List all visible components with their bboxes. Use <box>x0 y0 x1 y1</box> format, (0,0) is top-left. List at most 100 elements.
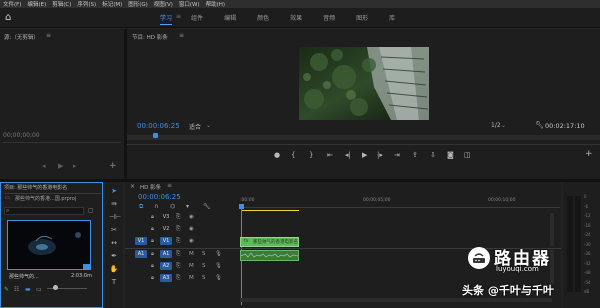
zoom-slider-handle[interactable] <box>53 285 58 290</box>
wrench-icon[interactable]: 🔧︎ <box>203 203 211 210</box>
source-timecode[interactable]: 00;00;00;00 <box>3 132 40 139</box>
source-patch-a1[interactable]: A1 <box>135 250 147 258</box>
add-marker-icon[interactable]: ▾ <box>186 203 189 210</box>
program-panel-title[interactable]: 节目: HD 影条 <box>132 33 168 41</box>
panel-menu-icon[interactable]: ≡ <box>167 182 172 189</box>
solo-button[interactable]: S <box>202 274 206 282</box>
lock-icon[interactable]: 🔒︎ <box>151 237 154 245</box>
ripple-edit-tool-icon[interactable]: ⊣⊢ <box>109 212 121 222</box>
camera-icon[interactable]: ◙ <box>447 151 454 159</box>
project-clip-thumbnail[interactable] <box>7 220 91 270</box>
track-label[interactable]: A3 <box>160 274 172 282</box>
lock-icon[interactable]: 🔒︎ <box>151 213 154 221</box>
source-step-back-icon[interactable]: ◂ <box>42 162 46 170</box>
icon-view-icon[interactable]: ▬ <box>25 286 31 293</box>
mark-out-icon[interactable]: } <box>309 151 313 159</box>
timeline-timecode[interactable]: 00:00:06:25 <box>138 193 181 201</box>
program-video-frame[interactable] <box>299 47 429 120</box>
slip-tool-icon[interactable]: ↔ <box>109 238 119 248</box>
video-track-scrollbar[interactable] <box>550 213 554 246</box>
new-bin-icon[interactable]: ▢ <box>88 207 94 214</box>
program-playhead[interactable] <box>153 133 158 138</box>
menu-item[interactable]: 标记(M) <box>102 0 122 8</box>
program-resolution-dropdown[interactable]: 1/2 <box>491 122 501 129</box>
panel-menu-icon[interactable]: ≡ <box>46 32 51 39</box>
wrench-icon[interactable]: 🔧︎ <box>535 121 544 129</box>
linked-selection-icon[interactable]: ⌬ <box>170 203 175 210</box>
microphone-icon[interactable]: 🎙︎ <box>215 250 222 258</box>
workspace-tab[interactable]: 学习 <box>160 13 173 25</box>
mark-in-icon[interactable]: { <box>291 151 295 159</box>
list-view-icon[interactable]: ☷ <box>14 286 19 293</box>
workspace-menu-icon[interactable]: ≡ <box>176 13 181 25</box>
timeline-tab-label[interactable]: HD 影条 <box>140 183 161 191</box>
go-to-in-icon[interactable]: ⇤ <box>327 151 333 159</box>
work-area-bar[interactable] <box>241 210 299 211</box>
eye-icon[interactable]: ◉ <box>189 213 194 221</box>
timeline-ruler[interactable]: :00:00 00;00;05;00 00;00;10;00 <box>240 196 560 211</box>
source-patch-v1[interactable]: V1 <box>135 237 147 245</box>
comparison-view-icon[interactable]: ◫ <box>464 151 471 159</box>
workspace-tab[interactable]: 图形 <box>356 13 368 25</box>
menu-item[interactable]: 序列(S) <box>77 0 96 8</box>
hand-tool-icon[interactable]: ✋ <box>109 264 119 274</box>
source-panel-title[interactable]: 源:（无剪辑） <box>4 33 39 41</box>
menu-item[interactable]: 图形(G) <box>128 0 148 8</box>
marker-icon[interactable]: ● <box>274 151 280 159</box>
program-add-button-icon[interactable]: + <box>585 150 593 159</box>
selection-tool-icon[interactable]: ➤ <box>109 186 119 196</box>
audio-clip[interactable] <box>240 250 299 261</box>
timeline-horizontal-scrollbar[interactable] <box>240 298 552 302</box>
menu-item[interactable]: 编辑(E) <box>27 0 46 8</box>
sync-lock-icon[interactable]: ⎘ <box>176 274 180 282</box>
pen-tool-icon[interactable]: ✒ <box>109 251 119 261</box>
lock-icon[interactable]: 🔒︎ <box>151 262 154 270</box>
workspace-tab[interactable]: 编辑 <box>224 13 236 25</box>
chevron-down-icon[interactable]: ⌄ <box>206 122 211 129</box>
workspace-tab[interactable]: 组件 <box>191 13 203 25</box>
lift-icon[interactable]: ⇪ <box>412 151 418 159</box>
microphone-icon[interactable]: 🎙︎ <box>215 262 222 270</box>
lock-icon[interactable]: 🔒︎ <box>151 274 154 282</box>
mute-button[interactable]: M <box>189 262 194 270</box>
solo-button[interactable]: S <box>202 250 206 258</box>
play-icon[interactable]: ▶ <box>362 151 367 159</box>
workspace-tab[interactable]: 音频 <box>323 13 335 25</box>
program-fit-dropdown[interactable]: 适合 <box>189 122 201 131</box>
project-panel-title[interactable]: 项目: 那些帅气的香港电影名 <box>4 184 67 191</box>
mute-button[interactable]: M <box>189 274 194 282</box>
track-label[interactable]: V1 <box>160 237 172 245</box>
project-search-input[interactable] <box>4 207 84 215</box>
sync-lock-icon[interactable]: ⎘ <box>176 237 180 245</box>
track-label[interactable]: A2 <box>160 262 172 270</box>
track-label[interactable]: V2 <box>160 225 172 233</box>
workspace-tab[interactable]: 库 <box>389 13 395 25</box>
pencil-icon[interactable]: ✎ <box>4 286 9 293</box>
track-select-tool-icon[interactable]: ⇛ <box>109 199 119 209</box>
home-icon[interactable]: ⌂ <box>5 12 16 23</box>
step-forward-icon[interactable]: |▸ <box>377 151 383 159</box>
mute-button[interactable]: M <box>189 250 194 258</box>
eye-icon[interactable]: ◉ <box>189 225 194 233</box>
eye-icon[interactable]: ◉ <box>189 237 194 245</box>
source-scrubber[interactable] <box>3 142 121 143</box>
track-label[interactable]: A1 <box>160 250 172 258</box>
panel-menu-icon[interactable]: ≡ <box>179 32 184 39</box>
freeform-view-icon[interactable]: ▭ <box>36 286 42 293</box>
track-label[interactable]: V3 <box>160 213 172 221</box>
source-play-icon[interactable]: ▶ <box>58 162 63 170</box>
sync-lock-icon[interactable]: ⎘ <box>176 250 180 258</box>
nest-sequence-icon[interactable]: ⧉ <box>139 203 143 211</box>
go-to-out-icon[interactable]: ⇥ <box>394 151 400 159</box>
menu-item[interactable]: 剪辑(C) <box>52 0 71 8</box>
snap-icon[interactable]: ∩ <box>154 203 158 210</box>
source-add-button-icon[interactable]: + <box>109 162 117 171</box>
razor-tool-icon[interactable]: ✂ <box>109 225 119 235</box>
video-clip[interactable]: fx 那些帅气的香港电影名 [V] <box>240 237 299 247</box>
workspace-tab[interactable]: 颜色 <box>257 13 269 25</box>
menu-item[interactable]: 帮助(H) <box>206 0 225 8</box>
solo-button[interactable]: S <box>202 262 206 270</box>
menu-item[interactable]: 窗口(W) <box>179 0 200 8</box>
microphone-icon[interactable]: 🎙︎ <box>215 274 222 282</box>
program-scrubber[interactable] <box>127 135 600 140</box>
